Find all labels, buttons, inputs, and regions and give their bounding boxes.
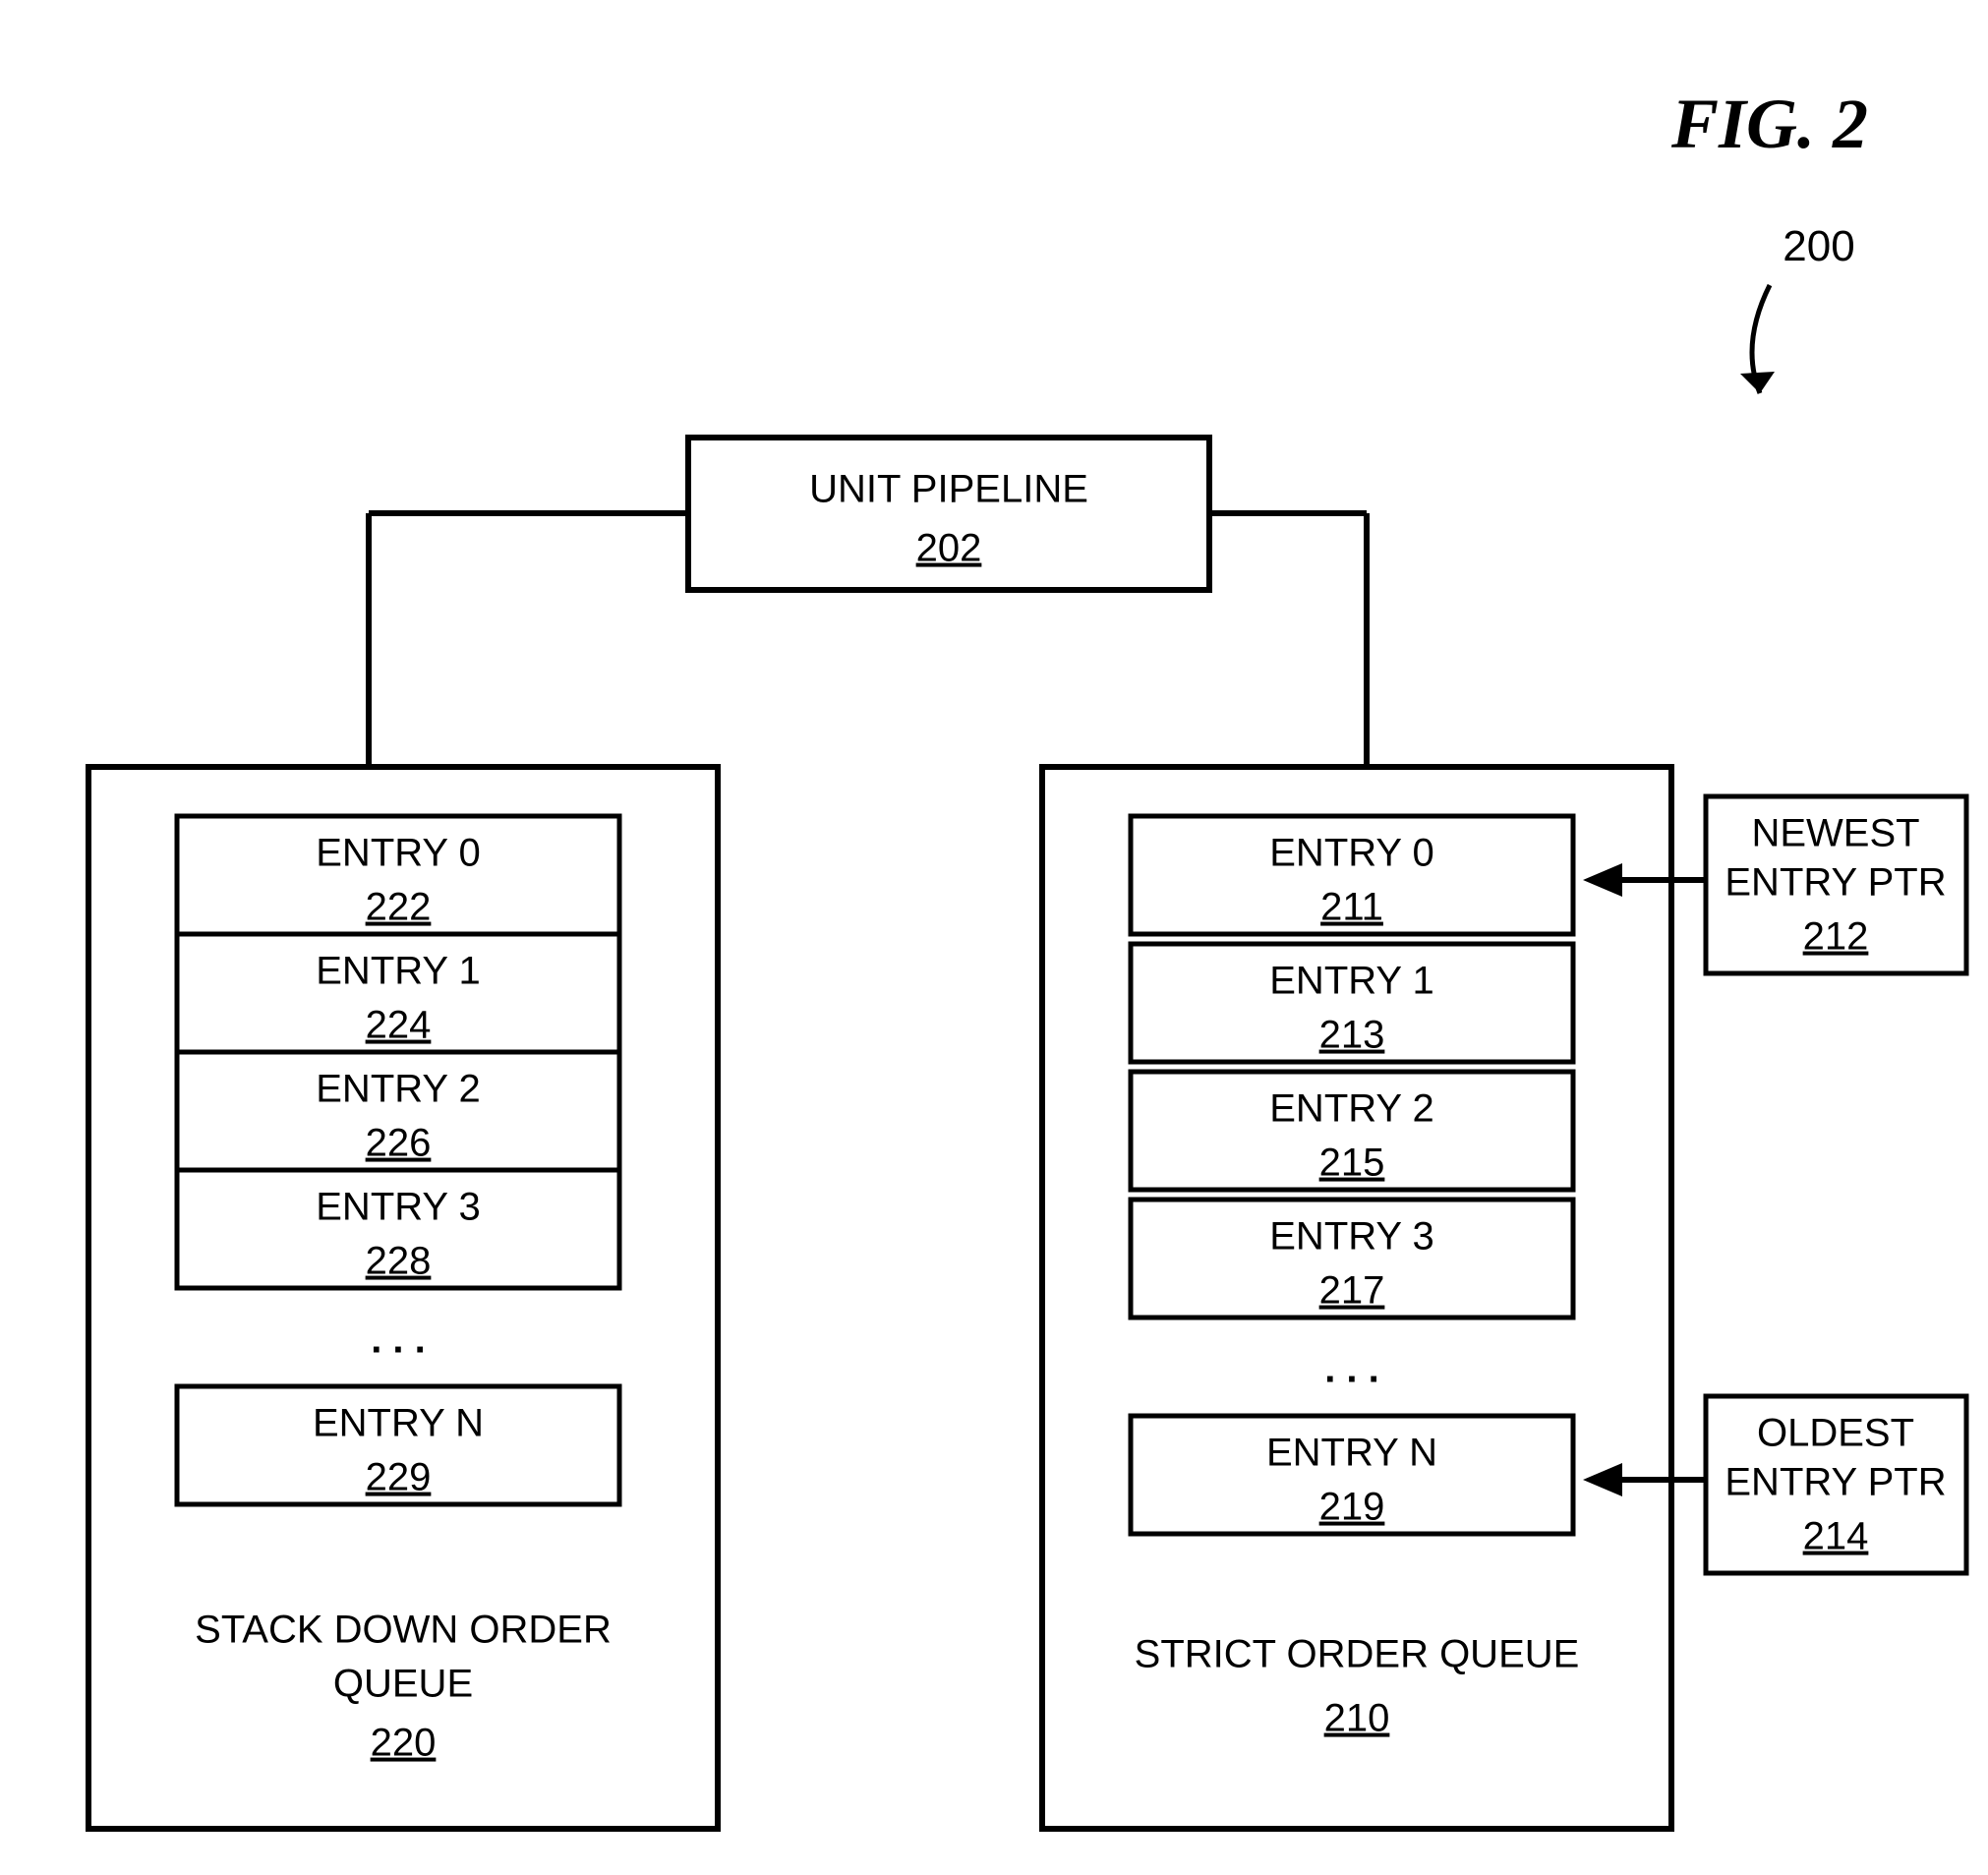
right-entry4-ref: 219 [1319,1486,1385,1529]
left-entry3-label: ENTRY 3 [316,1186,480,1229]
figure-title: FIG. 2 [1670,85,1868,163]
left-entry0-ref: 222 [366,886,432,929]
left-ellipsis: . . . [371,1318,426,1362]
left-queue-label1: STACK DOWN ORDER [195,1609,612,1652]
left-entry1-label: ENTRY 1 [316,950,480,993]
figure-ref-arrowhead [1740,372,1775,393]
right-ellipsis: . . . [1324,1348,1379,1391]
oldest-entry-ptr-label1: OLDEST [1757,1412,1914,1455]
right-queue-ref: 210 [1324,1697,1390,1740]
newest-entry-ptr-label2: ENTRY PTR [1725,861,1946,905]
right-entry0-label: ENTRY 0 [1269,832,1433,875]
right-entry2-ref: 215 [1319,1142,1385,1185]
oldest-ptr-arrowhead [1583,1463,1622,1496]
left-queue-ref: 220 [371,1722,437,1765]
right-entry2-label: ENTRY 2 [1269,1087,1433,1131]
figure-ref: 200 [1783,222,1854,270]
right-entry4-label: ENTRY N [1266,1432,1437,1475]
left-entry1-ref: 224 [366,1004,432,1047]
right-entry0-ref: 211 [1320,886,1383,929]
left-queue-label2: QUEUE [333,1663,473,1706]
left-entry3-ref: 228 [366,1240,432,1283]
right-entries: ENTRY 0 211 ENTRY 1 213 ENTRY 2 215 ENTR… [1131,816,1573,1534]
right-entry3-label: ENTRY 3 [1269,1215,1433,1259]
unit-pipeline-label: UNIT PIPELINE [809,468,1088,511]
right-queue-label: STRICT ORDER QUEUE [1135,1633,1580,1676]
right-entry1-ref: 213 [1319,1014,1385,1057]
unit-pipeline-ref: 202 [916,527,982,570]
newest-entry-ptr-ref: 212 [1803,915,1869,959]
diagram-svg: FIG. 2 200 UNIT PIPELINE 202 ENTRY 0 222… [0,0,1988,1875]
right-entry3-ref: 217 [1319,1269,1385,1313]
oldest-entry-ptr-ref: 214 [1803,1515,1869,1558]
left-entry4-ref: 229 [366,1456,432,1499]
right-entry1-label: ENTRY 1 [1269,960,1433,1003]
newest-entry-ptr-label1: NEWEST [1751,812,1919,855]
left-entry2-label: ENTRY 2 [316,1068,480,1111]
left-entry0-label: ENTRY 0 [316,832,480,875]
left-entry4-label: ENTRY N [313,1402,484,1445]
newest-ptr-arrowhead [1583,863,1622,897]
oldest-entry-ptr-label2: ENTRY PTR [1725,1461,1946,1504]
left-entry2-ref: 226 [366,1122,432,1165]
left-entries: ENTRY 0 222 ENTRY 1 224 ENTRY 2 226 ENTR… [177,816,619,1504]
